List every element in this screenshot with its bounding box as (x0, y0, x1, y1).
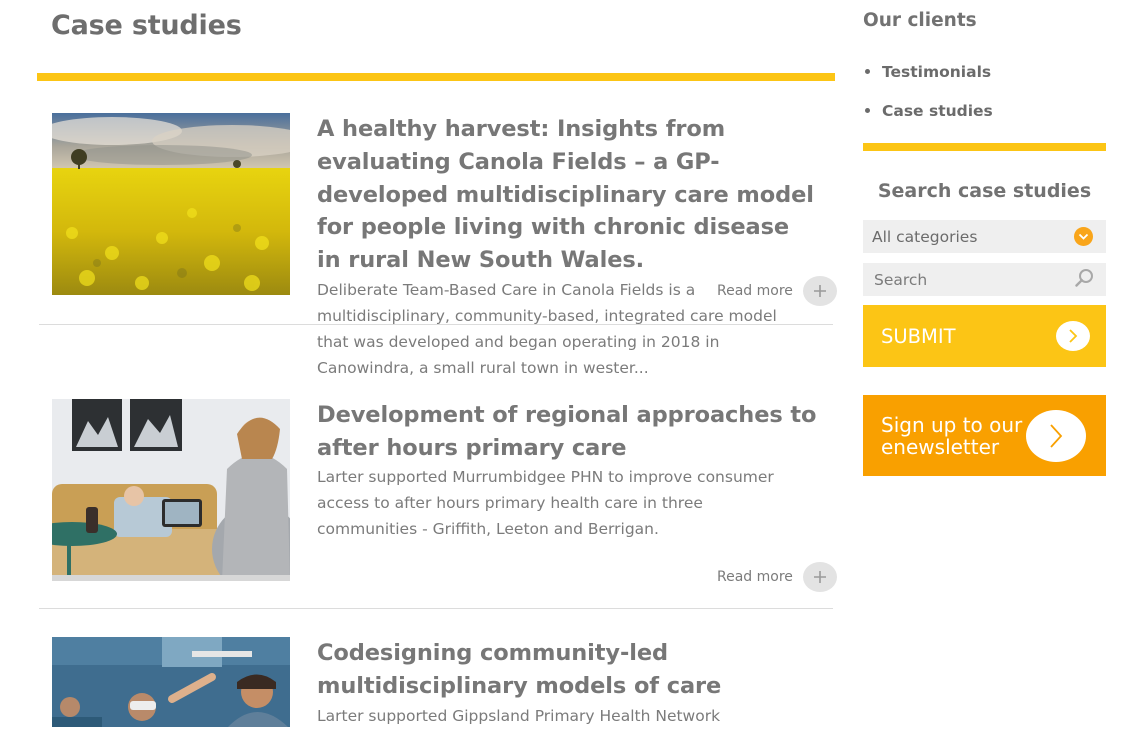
sidebar-link-testimonials[interactable]: Testimonials (863, 52, 993, 91)
read-more-link[interactable]: Read more (717, 276, 837, 306)
case-study-excerpt: Larter supported Gippsland Primary Healt… (317, 707, 721, 725)
page-title: Case studies (51, 10, 242, 41)
title-divider (37, 73, 835, 81)
newsletter-signup-button[interactable]: Sign up to our enewsletter (863, 395, 1106, 476)
case-study-title[interactable]: Development of regional approaches to af… (317, 399, 817, 465)
submit-button[interactable]: SUBMIT (863, 305, 1106, 367)
newsletter-line-2: enewsletter (881, 434, 1000, 459)
case-study-excerpt: Larter supported Murrumbidgee PHN to imp… (317, 468, 774, 538)
community-care-image[interactable] (52, 637, 290, 727)
search-input[interactable] (872, 269, 1075, 290)
bullet-icon (865, 69, 870, 74)
item-divider (39, 608, 833, 609)
item-divider (39, 324, 833, 325)
sidebar-link-label: Testimonials (882, 62, 992, 81)
telehealth-image[interactable] (52, 399, 290, 581)
sidebar-link-label: Case studies (882, 101, 993, 120)
sidebar-divider (863, 143, 1106, 151)
sidebar-link-case-studies[interactable]: Case studies (863, 91, 993, 130)
chevron-down-icon (1074, 227, 1093, 246)
plus-icon (802, 276, 837, 306)
search-case-studies-heading: Search case studies (877, 180, 1092, 202)
chevron-right-icon (1026, 409, 1086, 462)
plus-icon (802, 562, 837, 592)
case-study-title[interactable]: Codesigning community-led multidisciplin… (317, 637, 817, 703)
newsletter-label: Sign up to our enewsletter (881, 414, 1026, 458)
read-more-label: Read more (717, 569, 793, 585)
read-more-link[interactable]: Read more (717, 562, 837, 592)
our-clients-heading: Our clients (863, 10, 977, 31)
search-icon[interactable] (1075, 268, 1094, 291)
read-more-label: Read more (717, 283, 793, 299)
canola-field-image[interactable] (52, 113, 290, 295)
submit-button-label: SUBMIT (881, 324, 956, 348)
newsletter-line-1: Sign up to our (881, 412, 1023, 437)
category-select[interactable]: All categories (863, 220, 1106, 253)
bullet-icon (865, 108, 870, 113)
clients-nav: Testimonials Case studies (863, 52, 993, 130)
search-field (863, 263, 1106, 296)
case-study-excerpt: Deliberate Team-Based Care in Canola Fie… (317, 281, 777, 377)
category-select-value: All categories (872, 227, 978, 246)
case-study-title[interactable]: A healthy harvest: Insights from evaluat… (317, 113, 817, 277)
chevron-right-icon (1056, 321, 1090, 351)
